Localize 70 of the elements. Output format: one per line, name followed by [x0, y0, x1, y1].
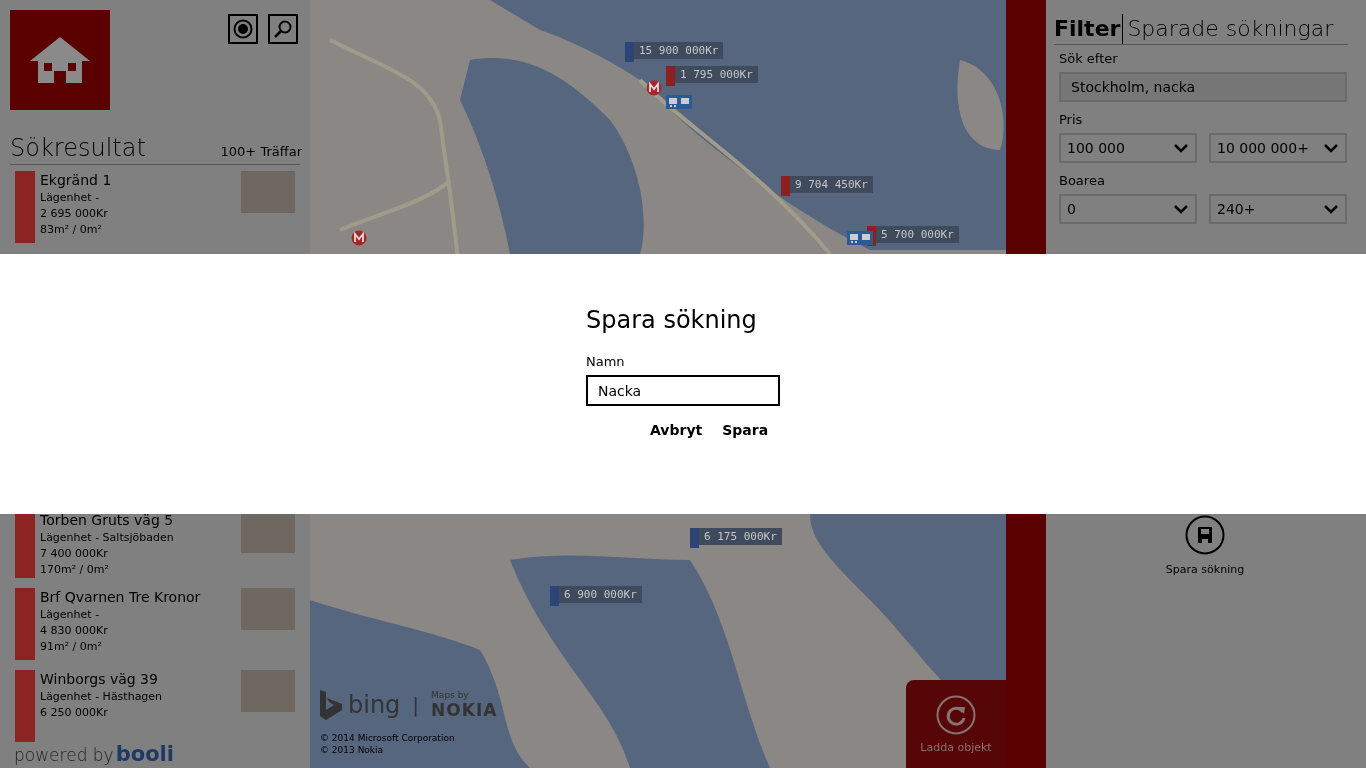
dialog-button[interactable]: Spara: [718, 418, 773, 442]
dialog-button[interactable]: Avbryt: [646, 418, 707, 442]
field-label: Namn: [586, 354, 626, 369]
metro-icon: [351, 230, 367, 246]
chevron-icon: [1323, 143, 1339, 153]
field-label: Boarea: [1059, 173, 1106, 188]
nokia-logo: NOKIA: [431, 700, 498, 720]
result-marker: [15, 511, 35, 578]
hit-count: 100+ Träffar: [220, 144, 302, 159]
copyright-text: © 2013 Nokia: [320, 744, 385, 756]
result-price: 4 830 000Kr: [40, 623, 109, 639]
result-title: Torben Gruts väg 5: [40, 511, 175, 530]
target-icon: [233, 19, 253, 39]
chevron-icon: [1173, 143, 1189, 153]
result-price: 2 695 000Kr: [40, 206, 109, 222]
result-item[interactable]: Ekgränd 1 Lägenhet - 2 695 000Kr 83m² / 0m²: [10, 171, 300, 243]
result-type: Lägenhet -: [40, 607, 101, 623]
result-marker: [15, 670, 35, 742]
result-type: Lägenhet - Saltsjöbaden: [40, 530, 175, 546]
search-button[interactable]: [268, 14, 298, 44]
photo-placeholder: [241, 171, 295, 213]
search-field[interactable]: Stockholm, nacka: [1059, 72, 1347, 102]
metro-icon: [646, 80, 662, 96]
house-icon: [30, 37, 90, 83]
result-marker: [15, 171, 35, 243]
bing-logo: bing: [348, 691, 401, 719]
name-field[interactable]: Nacka: [586, 375, 780, 406]
result-area: 170m² / 0m²: [40, 562, 241, 578]
result-price: 7 400 000Kr: [40, 546, 109, 562]
powered-by-text: powered by: [14, 745, 114, 765]
chevron-icon: [1173, 204, 1189, 214]
refresh-icon: [936, 694, 976, 735]
result-item[interactable]: Brf Qvarnen Tre Kronor Lägenhet - 4 830 000Kr 91m² / 0m²: [10, 588, 300, 660]
section-title: Sökresultat: [10, 134, 146, 162]
result-type: Lägenhet -: [40, 190, 101, 206]
panel-tab[interactable]: Sparade sökningar: [1127, 14, 1336, 44]
dropdown[interactable]: 100 000: [1059, 133, 1197, 163]
field-label: Pris: [1059, 112, 1084, 127]
result-item[interactable]: Winborgs väg 39 Lägenhet - Hästhagen 6 250 000Kr: [10, 670, 300, 742]
dropdown[interactable]: 0: [1059, 194, 1197, 224]
result-title: Ekgränd 1: [40, 171, 113, 190]
copyright-text: © 2014 Microsoft Corporation: [320, 732, 456, 744]
save-search-button[interactable]: Spara sökning: [1159, 514, 1251, 577]
photo-placeholder: [241, 588, 295, 630]
result-item[interactable]: Torben Gruts väg 5 Lägenhet - Saltsjöbaden 7 400 000Kr 170m² / 0m²: [10, 511, 300, 578]
photo-placeholder: [241, 670, 295, 712]
load-objects-button[interactable]: Ladda objekt: [906, 680, 1006, 768]
result-type: Lägenhet - Hästhagen: [40, 689, 164, 705]
result-area: 83m² / 0m²: [40, 222, 241, 238]
maps-by-text: Maps by: [431, 690, 470, 700]
dropdown[interactable]: 240+: [1209, 194, 1347, 224]
result-title: Winborgs väg 39: [40, 670, 159, 689]
photo-placeholder: [241, 511, 295, 553]
logo-separator: |: [412, 693, 420, 717]
result-area: 91m² / 0m²: [40, 639, 241, 655]
bus-icon: [666, 95, 692, 109]
panel-tab[interactable]: Filter: [1054, 14, 1124, 44]
locate-button[interactable]: [228, 14, 258, 44]
dialog-title: Spara sökning: [586, 306, 758, 334]
bing-icon: [320, 690, 342, 720]
floppy-disk-icon: [1185, 515, 1225, 555]
chevron-icon: [1323, 204, 1339, 214]
result-title: Brf Qvarnen Tre Kronor: [40, 588, 202, 607]
result-price: 6 250 000Kr: [40, 705, 109, 721]
search-icon: [273, 19, 293, 39]
result-marker: [15, 588, 35, 660]
bus-icon: [847, 231, 873, 245]
brand-logo: booli: [115, 742, 174, 766]
field-label: Sök efter: [1059, 51, 1119, 66]
dropdown[interactable]: 10 000 000+: [1209, 133, 1347, 163]
